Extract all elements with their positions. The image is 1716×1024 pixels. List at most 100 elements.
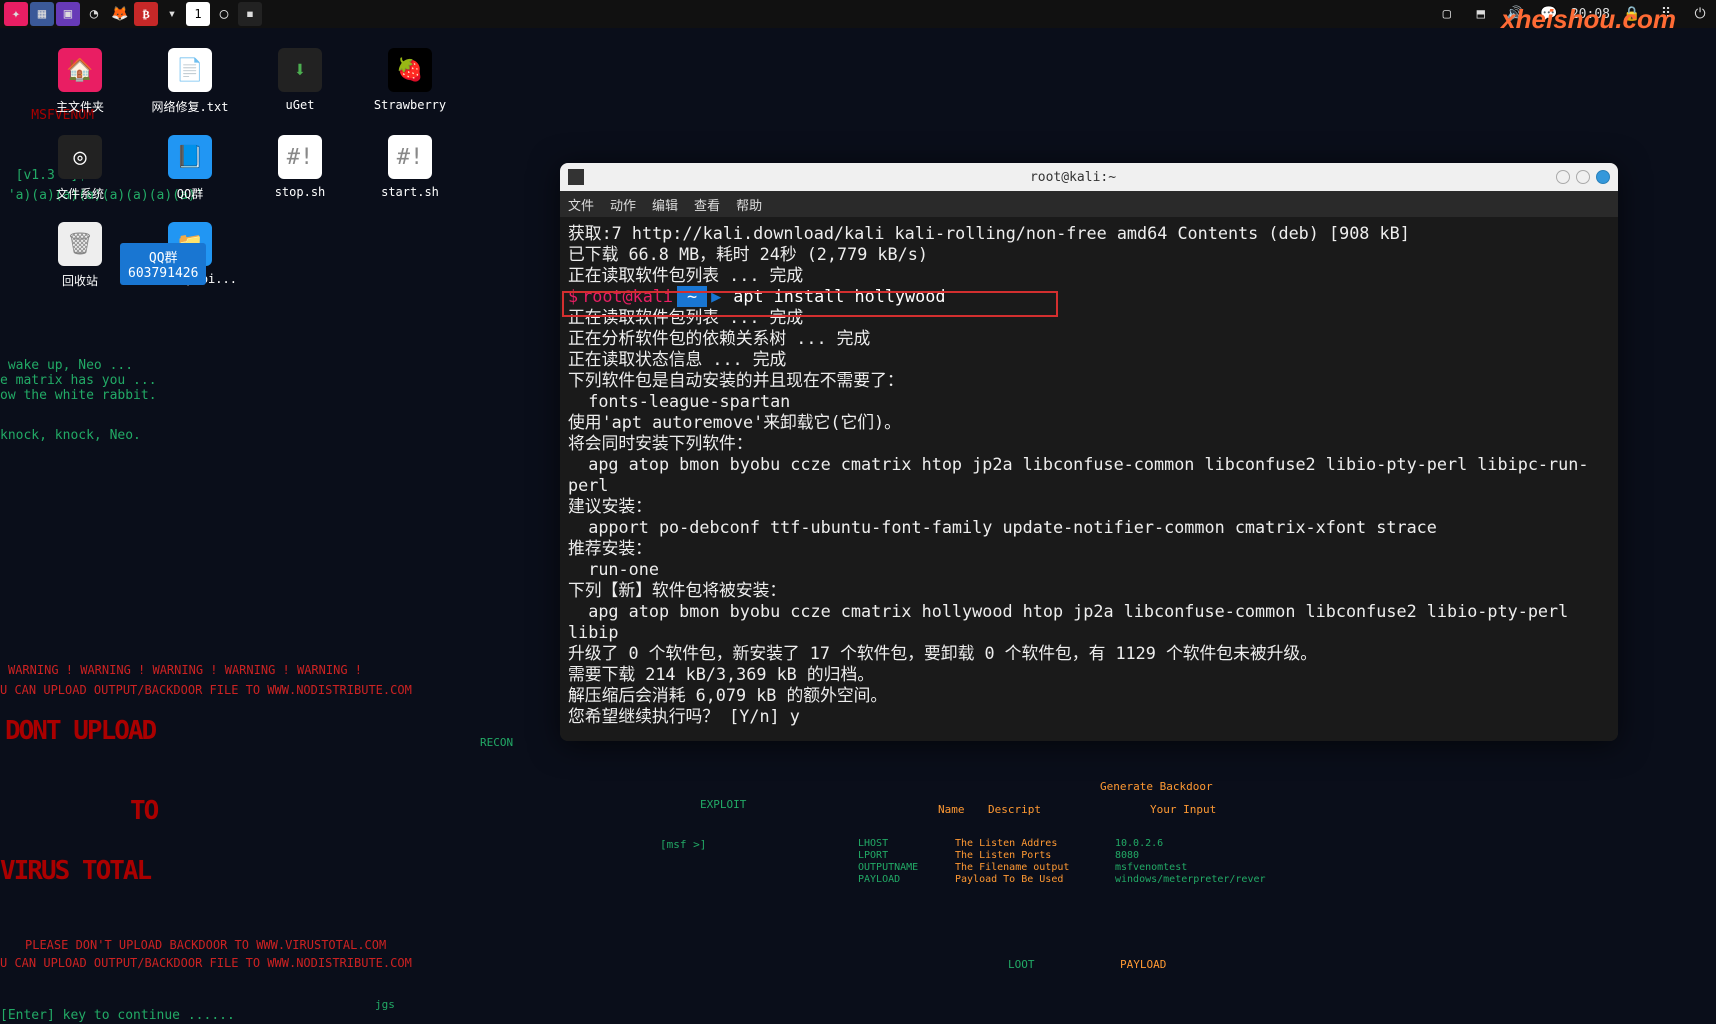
wallpaper-listen-addr: The Listen Addres [955,838,1057,849]
wallpaper-colinput: Your Input [1150,803,1216,816]
wallpaper-listen-ports: The Listen Ports [955,850,1051,861]
wallpaper-payload-used: Payload To Be Used [955,874,1063,885]
taskbar-left: ✦ ▦ ▣ ◔ 🦊 ₿ ▾ 1 ◯ ▪ [4,2,262,26]
strawberry-icon: 🍓 [388,48,432,92]
icon-start-sh[interactable]: #! start.sh [360,135,460,202]
maximize-button[interactable] [1576,170,1590,184]
menu-file[interactable]: 文件 [568,195,594,214]
terminal-taskbar-icon[interactable]: ▪ [238,2,262,26]
filesystem-icon: ◎ [58,135,102,179]
term-line: apport po-debconf ttf-ubuntu-font-family… [568,517,1610,538]
wallpaper-upload: U CAN UPLOAD OUTPUT/BACKDOOR FILE TO WWW… [0,683,370,697]
wallpaper-enter: [Enter] key to continue ...... [0,1008,235,1023]
desktop: 🏠 主文件夹 📄 网络修复.txt ⬇ uGet 🍓 Strawberry ◎ … [0,28,1716,1024]
trash-icon: 🗑 [58,222,102,266]
tray-icon-2[interactable]: ⬒ [1469,2,1493,26]
wallpaper-please: PLEASE DON'T UPLOAD BACKDOOR TO WWW.VIRU… [25,938,386,952]
ascii-virus-total: VIRUS TOTAL [0,858,150,884]
wallpaper-lhost: LHOST [858,838,888,849]
icon-qq-group[interactable]: 📘 QQ群 [140,135,240,202]
term-line: 正在读取软件包列表 ... 完成 [568,265,1610,286]
menu-help[interactable]: 帮助 [736,195,762,214]
term-line: 已下载 66.8 MB，耗时 24秒 (2,779 kB/s) [568,244,1610,265]
icon-label: 文件系统 [56,185,104,202]
icon-strawberry[interactable]: 🍓 Strawberry [360,48,460,115]
prompt-path: ~ [677,286,707,307]
wallpaper-colname: Name [938,803,965,816]
app-icon-1[interactable]: ▦ [30,2,54,26]
browser-icon-2[interactable]: ◯ [212,2,236,26]
app-icon-3[interactable]: ◔ [82,2,106,26]
wallpaper-genbd: Generate Backdoor [1100,780,1213,793]
icon-label: 主文件夹 [56,98,104,115]
wallpaper-port: 8080 [1115,850,1139,861]
text-file-icon: 📄 [168,48,212,92]
term-line: 解压缩后会消耗 6,079 kB 的额外空间。 [568,685,1610,706]
desktop-icons-grid: 🏠 主文件夹 📄 网络修复.txt ⬇ uGet 🍓 Strawberry ◎ … [30,48,460,289]
term-line: apg atop bmon byobu ccze cmatrix htop jp… [568,454,1610,496]
icon-label: Strawberry [374,98,446,112]
chevron-down-icon[interactable]: ▾ [160,2,184,26]
power-icon[interactable]: ⏻ [1688,2,1712,26]
taskbar: ✦ ▦ ▣ ◔ 🦊 ₿ ▾ 1 ◯ ▪ ▢ ⬒ 🔊 💬 20:08 🔒 ⠿ ⏻ [0,0,1716,28]
wallpaper-ip: 10.0.2.6 [1115,838,1163,849]
uget-icon: ⬇ [278,48,322,92]
file-manager-icon[interactable]: ▣ [56,2,80,26]
term-line: 建议安装： [568,496,1610,517]
term-line: 使用'apt autoremove'来卸载它(它们)。 [568,412,1610,433]
icon-uget[interactable]: ⬇ uGet [250,48,350,115]
terminal-window[interactable]: root@kali:~ 文件 动作 编辑 查看 帮助 获取:7 http://k… [560,163,1618,741]
app-icon-red[interactable]: ₿ [134,2,158,26]
term-line: 下列软件包是自动安装的并且现在不需要了： [568,370,1610,391]
close-button[interactable] [1596,170,1610,184]
terminal-titlebar[interactable]: root@kali:~ [560,163,1618,191]
wallpaper-loot: LOOT [1008,958,1035,971]
firefox-icon[interactable]: 🦊 [108,2,132,26]
wallpaper-payload: PAYLOAD [858,874,900,885]
wallpaper-filename-out: The Filename output [955,862,1069,873]
wallpaper-outname: msfvenomtest [1115,862,1187,873]
script-icon: #! [388,135,432,179]
term-line: 升级了 0 个软件包，新安装了 17 个软件包，要卸载 0 个软件包，有 112… [568,643,1610,664]
icon-label: stop.sh [275,185,326,199]
term-line: run-one [568,559,1610,580]
term-line: 下列【新】软件包将被安装： [568,580,1610,601]
icon-label: start.sh [381,185,439,199]
menu-view[interactable]: 查看 [694,195,720,214]
term-line: apg atop bmon byobu ccze cmatrix hollywo… [568,601,1610,643]
wallpaper-exploit: EXPLOIT [700,798,746,811]
terminal-icon [568,169,584,185]
icon-stop-sh[interactable]: #! stop.sh [250,135,350,202]
terminal-body[interactable]: 获取:7 http://kali.download/kali kali-roll… [560,217,1618,741]
term-line: fonts-league-spartan [568,391,1610,412]
term-line: 正在分析软件包的依赖关系树 ... 完成 [568,328,1610,349]
icon-home-folder[interactable]: 🏠 主文件夹 [30,48,130,115]
icon-netfix-txt[interactable]: 📄 网络修复.txt [140,48,240,115]
menu-action[interactable]: 动作 [610,195,636,214]
window-controls [1556,170,1610,184]
tray-icon-1[interactable]: ▢ [1435,2,1459,26]
wallpaper-msf: [msf >] [660,838,706,851]
prompt-arrow-icon: ▶ [711,286,721,307]
term-line: 获取:7 http://kali.download/kali kali-roll… [568,223,1610,244]
icon-label: QQ群 [177,185,203,202]
icon-label: 网络修复.txt [152,98,229,115]
icon-label: uGet [286,98,315,112]
workspace-1[interactable]: 1 [186,2,210,26]
wallpaper-warning: WARNING ! WARNING ! WARNING ! WARNING ! … [0,663,370,677]
menu-edit[interactable]: 编辑 [652,195,678,214]
ascii-to: TO [130,798,157,824]
icon-label: 回收站 [62,272,98,289]
term-line: 您希望继续执行吗？ [Y/n] y [568,706,1610,727]
icon-trash[interactable]: 🗑 回收站 [30,222,130,289]
wallpaper-knock: knock, knock, Neo. [0,428,141,443]
prompt-user-host: root@kali [582,286,673,307]
ascii-dont-upload: DONT UPLOAD [5,718,155,744]
minimize-button[interactable] [1556,170,1570,184]
wallpaper-jgs: jgs [375,998,395,1011]
command-text: apt install hollywood [733,286,945,307]
kali-menu-icon[interactable]: ✦ [4,2,28,26]
wallpaper-coldesc: Descript [988,803,1041,816]
home-folder-icon: 🏠 [58,48,102,92]
icon-filesystem[interactable]: ◎ 文件系统 [30,135,130,202]
